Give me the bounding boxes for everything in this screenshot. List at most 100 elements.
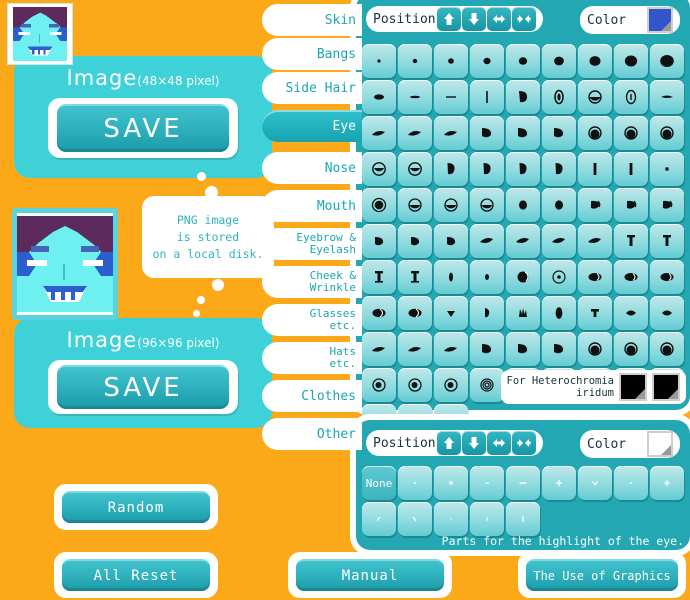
eye-part-tile[interactable] bbox=[578, 224, 612, 258]
eye-part-tile[interactable] bbox=[434, 296, 468, 330]
eye-part-tile[interactable] bbox=[470, 332, 504, 366]
sidebar-item-nose[interactable]: Nose bbox=[262, 152, 362, 184]
eye-part-tile[interactable] bbox=[470, 368, 504, 402]
eye-part-tile[interactable] bbox=[398, 332, 432, 366]
eye-part-tile[interactable] bbox=[506, 152, 540, 186]
eye-part-tile[interactable] bbox=[542, 296, 576, 330]
eye-part-tile[interactable] bbox=[362, 80, 396, 114]
eye-part-tile[interactable] bbox=[578, 260, 612, 294]
up-arrow-icon[interactable] bbox=[436, 7, 461, 31]
eye-part-tile[interactable] bbox=[614, 260, 648, 294]
eye-part-tile[interactable] bbox=[542, 332, 576, 366]
eye-part-tile[interactable] bbox=[362, 188, 396, 222]
down-arrow-icon[interactable] bbox=[461, 7, 486, 31]
eye-part-tile[interactable] bbox=[362, 260, 396, 294]
eye-part-tile[interactable] bbox=[650, 80, 684, 114]
eye-part-tile[interactable] bbox=[542, 80, 576, 114]
eye-color-pill[interactable]: Color bbox=[580, 6, 680, 34]
eye-part-tile[interactable] bbox=[362, 152, 396, 186]
eye-part-tile[interactable] bbox=[578, 80, 612, 114]
eye-part-tile[interactable] bbox=[578, 296, 612, 330]
highlight-part-tile[interactable] bbox=[434, 502, 468, 536]
highlight-part-none-tile[interactable]: None bbox=[362, 466, 396, 500]
eye-part-tile[interactable] bbox=[506, 296, 540, 330]
heterochromia-right-color-swatch[interactable] bbox=[652, 373, 680, 401]
eye-part-tile[interactable] bbox=[578, 116, 612, 150]
highlight-part-tile[interactable] bbox=[470, 466, 504, 500]
eye-part-tile[interactable] bbox=[506, 80, 540, 114]
eye-part-tile[interactable] bbox=[398, 224, 432, 258]
heterochromia-left-color-swatch[interactable] bbox=[619, 373, 647, 401]
eye-part-tile[interactable] bbox=[650, 188, 684, 222]
eye-part-tile[interactable] bbox=[578, 188, 612, 222]
eye-part-tile[interactable] bbox=[470, 116, 504, 150]
eye-part-tile[interactable] bbox=[434, 368, 468, 402]
eye-part-tile[interactable] bbox=[614, 80, 648, 114]
sidebar-item-clothes[interactable]: Clothes bbox=[262, 380, 362, 412]
contract-horizontal-icon[interactable] bbox=[511, 7, 536, 31]
eye-part-tile[interactable] bbox=[434, 188, 468, 222]
eye-color-swatch[interactable] bbox=[647, 7, 673, 33]
eye-part-tile[interactable] bbox=[542, 44, 576, 78]
all-reset-button[interactable]: All Reset bbox=[62, 559, 210, 591]
eye-part-tile[interactable] bbox=[614, 188, 648, 222]
eye-part-tile[interactable] bbox=[398, 152, 432, 186]
sidebar-item-mouth[interactable]: Mouth bbox=[262, 190, 362, 222]
eye-part-tile[interactable] bbox=[398, 260, 432, 294]
highlight-part-tile[interactable] bbox=[434, 466, 468, 500]
eye-part-tile[interactable] bbox=[542, 188, 576, 222]
graphics-usage-button[interactable]: The Use of Graphics bbox=[526, 559, 678, 591]
eye-part-tile[interactable] bbox=[650, 152, 684, 186]
sidebar-item-glasses-etc[interactable]: Glasses etc. bbox=[262, 304, 362, 336]
eye-part-tile[interactable] bbox=[650, 224, 684, 258]
highlight-color-pill[interactable]: Color bbox=[580, 430, 680, 458]
eye-part-tile[interactable] bbox=[614, 44, 648, 78]
eye-part-tile[interactable] bbox=[578, 152, 612, 186]
eye-part-tile[interactable] bbox=[434, 332, 468, 366]
sidebar-item-other[interactable]: Other bbox=[262, 418, 362, 450]
eye-part-tile[interactable] bbox=[614, 152, 648, 186]
manual-button[interactable]: Manual bbox=[296, 559, 444, 591]
up-arrow-icon[interactable] bbox=[436, 431, 461, 455]
highlight-part-tile[interactable] bbox=[398, 466, 432, 500]
expand-horizontal-icon[interactable] bbox=[486, 7, 511, 31]
eye-part-tile[interactable] bbox=[434, 152, 468, 186]
sidebar-item-hats-etc[interactable]: Hats etc. bbox=[262, 342, 362, 374]
eye-part-tile[interactable] bbox=[434, 44, 468, 78]
eye-part-tile[interactable] bbox=[434, 260, 468, 294]
eye-part-tile[interactable] bbox=[578, 44, 612, 78]
eye-part-tile[interactable] bbox=[362, 116, 396, 150]
eye-part-tile[interactable] bbox=[362, 368, 396, 402]
eye-part-tile[interactable] bbox=[650, 44, 684, 78]
eye-part-tile[interactable] bbox=[398, 188, 432, 222]
eye-part-tile[interactable] bbox=[434, 116, 468, 150]
eye-part-tile[interactable] bbox=[470, 296, 504, 330]
eye-part-tile[interactable] bbox=[362, 224, 396, 258]
eye-part-tile[interactable] bbox=[506, 44, 540, 78]
highlight-part-tile[interactable] bbox=[506, 466, 540, 500]
sidebar-item-bangs[interactable]: Bangs bbox=[262, 38, 362, 70]
eye-part-tile[interactable] bbox=[470, 224, 504, 258]
eye-part-tile[interactable] bbox=[542, 116, 576, 150]
highlight-part-tile[interactable] bbox=[650, 466, 684, 500]
highlight-part-tile[interactable] bbox=[614, 466, 648, 500]
sidebar-item-cheek-wrinkle[interactable]: Cheek & Wrinkle bbox=[262, 266, 362, 298]
eye-part-tile[interactable] bbox=[434, 80, 468, 114]
highlight-part-tile[interactable] bbox=[506, 502, 540, 536]
down-arrow-icon[interactable] bbox=[461, 431, 486, 455]
eye-part-tile[interactable] bbox=[470, 80, 504, 114]
contract-horizontal-icon[interactable] bbox=[511, 431, 536, 455]
eye-part-tile[interactable] bbox=[398, 80, 432, 114]
eye-part-tile[interactable] bbox=[398, 116, 432, 150]
eye-part-tile[interactable] bbox=[434, 224, 468, 258]
sidebar-item-eyebrow-eyelash[interactable]: Eyebrow & Eyelash bbox=[262, 228, 362, 260]
save-48-button[interactable]: SAVE bbox=[57, 104, 229, 152]
eye-part-tile[interactable] bbox=[506, 332, 540, 366]
eye-part-tile[interactable] bbox=[542, 260, 576, 294]
eye-part-tile[interactable] bbox=[650, 116, 684, 150]
highlight-part-tile[interactable] bbox=[362, 502, 396, 536]
sidebar-item-eye[interactable]: Eye bbox=[262, 110, 362, 142]
eye-part-tile[interactable] bbox=[542, 224, 576, 258]
eye-part-tile[interactable] bbox=[506, 188, 540, 222]
eye-part-tile[interactable] bbox=[470, 152, 504, 186]
